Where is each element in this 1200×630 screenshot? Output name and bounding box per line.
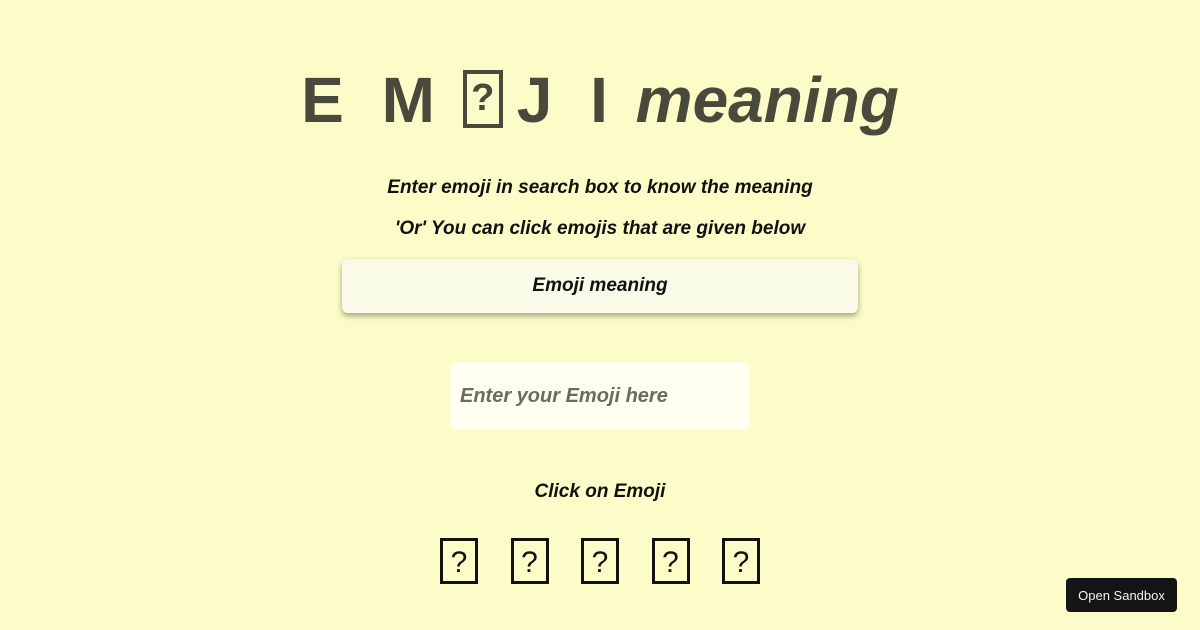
- meaning-output: Emoji meaning: [342, 259, 858, 313]
- page-title: E M J I meaning: [0, 62, 1200, 138]
- title-word: meaning: [635, 64, 899, 136]
- title-emoji-icon: [462, 70, 503, 128]
- emoji-button-5[interactable]: ?: [722, 538, 760, 584]
- open-sandbox-label: Open Sandbox: [1078, 587, 1165, 603]
- click-on-emoji-label: Click on Emoji: [534, 481, 666, 502]
- meaning-output-text: Emoji meaning: [532, 275, 668, 296]
- emoji-search-input[interactable]: [450, 362, 750, 430]
- missing-glyph-icon: ?: [591, 546, 609, 579]
- emoji-button-4[interactable]: ?: [651, 538, 690, 584]
- title-letters-first: E M: [301, 64, 445, 136]
- missing-glyph-icon: ?: [662, 546, 679, 579]
- missing-glyph-icon: ?: [450, 546, 468, 579]
- emoji-list: ? ? ? ? ?: [424, 538, 776, 584]
- instruction-line-2: 'Or' You can click emojis that are given…: [394, 218, 806, 239]
- missing-glyph-icon: ?: [521, 546, 538, 579]
- emoji-button-3[interactable]: ?: [581, 538, 619, 584]
- missing-glyph-icon: ?: [732, 546, 750, 579]
- emoji-button-1[interactable]: ?: [440, 538, 478, 584]
- emoji-meaning-app: E M J I meaning Enter emoji in search bo…: [0, 0, 1200, 630]
- open-sandbox-button[interactable]: Open Sandbox: [1066, 578, 1177, 612]
- title-letters-second: J I: [516, 64, 618, 136]
- instruction-line-1: Enter emoji in search box to know the me…: [387, 177, 813, 198]
- emoji-button-2[interactable]: ?: [510, 538, 549, 584]
